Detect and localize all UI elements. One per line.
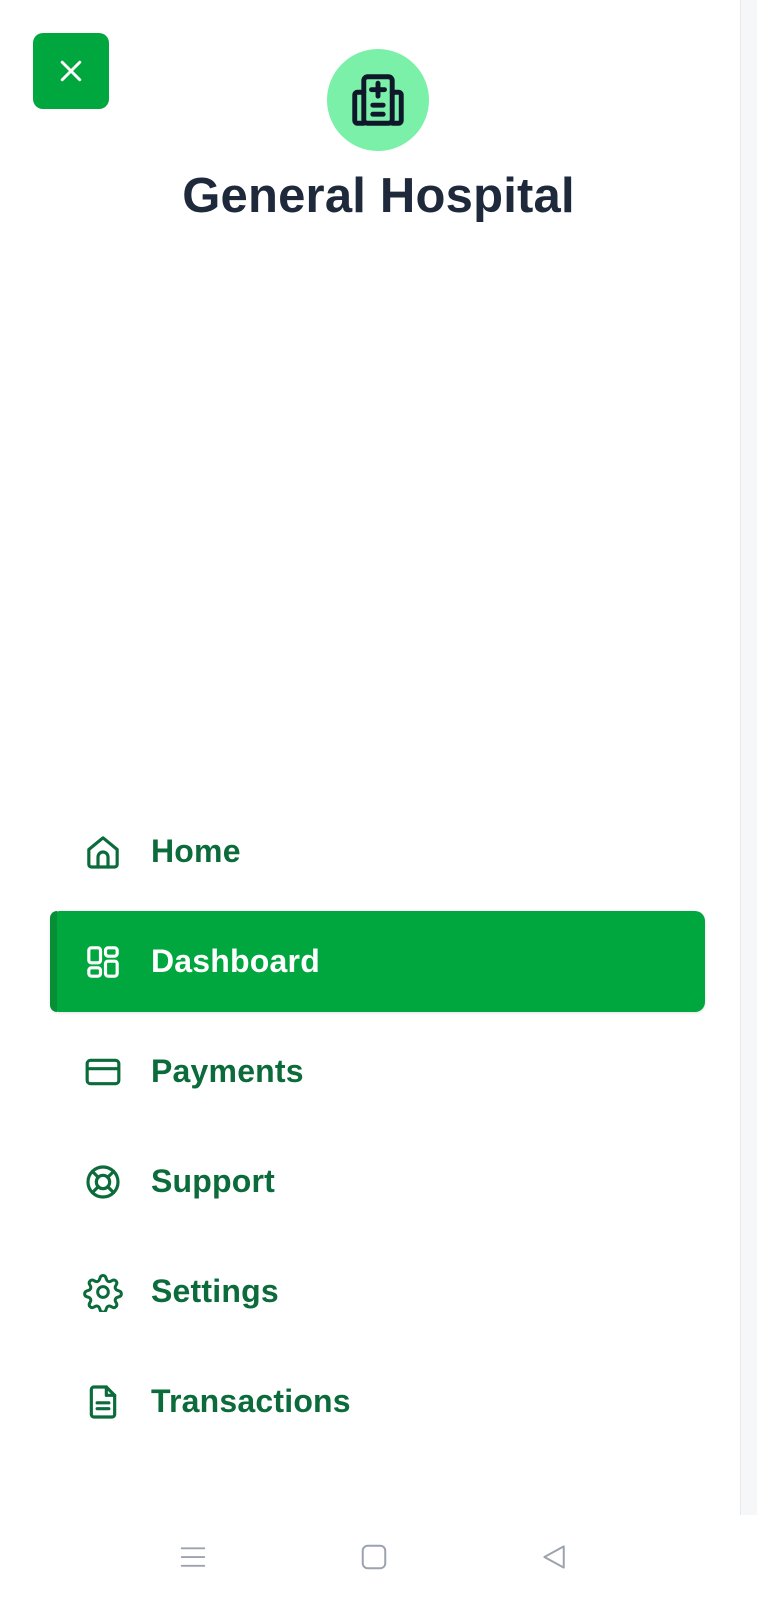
sidebar-item-settings[interactable]: Settings <box>50 1241 705 1342</box>
credit-card-icon <box>83 1052 123 1092</box>
hospital-logo <box>327 49 429 151</box>
sidebar-item-support[interactable]: Support <box>50 1131 705 1232</box>
hospital-name: General Hospital <box>182 169 575 223</box>
hospital-icon <box>352 74 404 126</box>
sidebar-item-label: Settings <box>151 1273 279 1309</box>
sidebar-item-home[interactable]: Home <box>50 801 705 902</box>
sidebar-item-dashboard[interactable]: Dashboard <box>50 911 705 1012</box>
dashboard-icon <box>83 942 123 982</box>
recent-apps-button[interactable] <box>173 1537 213 1577</box>
document-icon <box>83 1382 123 1422</box>
back-triangle-icon <box>543 1545 565 1569</box>
sidebar-item-payments[interactable]: Payments <box>50 1021 705 1122</box>
sidebar-item-label: Home <box>151 833 241 869</box>
navigation-drawer: General Hospital Home Dashboard Payments… <box>0 0 740 1515</box>
system-home-button[interactable] <box>354 1537 394 1577</box>
gear-icon <box>83 1272 123 1312</box>
screen: General Hospital Home Dashboard Payments… <box>0 0 757 1599</box>
lifebuoy-icon <box>83 1162 123 1202</box>
system-back-button[interactable] <box>535 1537 575 1577</box>
sidebar-item-label: Payments <box>151 1053 304 1089</box>
sidebar-item-transactions[interactable]: Transactions <box>50 1351 705 1452</box>
home-icon <box>83 832 123 872</box>
sidebar-nav: Home Dashboard Payments Support Settings… <box>50 801 705 1461</box>
sidebar-item-label: Support <box>151 1163 276 1199</box>
home-square-icon <box>361 1544 387 1570</box>
close-button[interactable] <box>33 33 109 109</box>
sidebar-item-label: Dashboard <box>151 943 320 979</box>
menu-icon <box>180 1547 206 1567</box>
close-icon <box>60 60 82 82</box>
sidebar-item-label: Transactions <box>151 1383 351 1419</box>
system-navigation-bar <box>0 1515 757 1599</box>
background-page-edge <box>740 0 757 1515</box>
